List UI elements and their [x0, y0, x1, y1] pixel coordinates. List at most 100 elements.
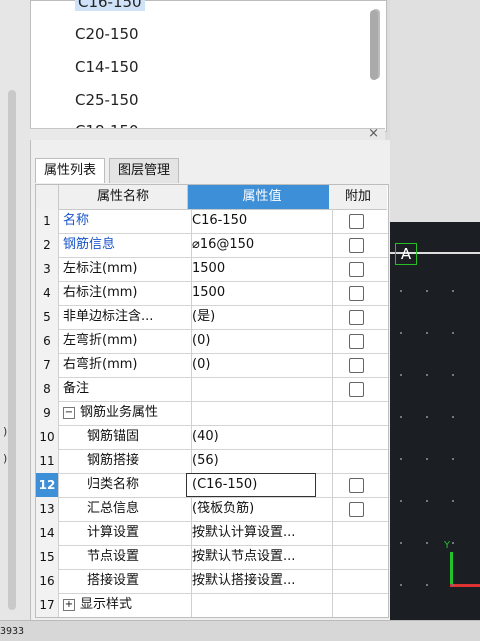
property-name: 备注: [59, 377, 192, 401]
canvas-grid-dot: [426, 542, 428, 544]
add-cell: [329, 305, 387, 329]
left-scrollbar[interactable]: [8, 90, 16, 610]
canvas-grid-dot: [452, 374, 454, 376]
add-checkbox[interactable]: [349, 286, 364, 301]
row-number: 11: [36, 449, 59, 473]
row-number: 17: [36, 593, 59, 617]
property-row[interactable]: 1 名称 C16-150: [36, 209, 388, 234]
list-item[interactable]: C16-150: [75, 0, 145, 11]
property-name: 非单边标注含...: [59, 305, 192, 329]
canvas-grid-dot: [400, 500, 402, 502]
row-number: 12: [36, 473, 59, 497]
add-checkbox[interactable]: [349, 382, 364, 397]
add-cell: [329, 257, 387, 281]
canvas-grid-dot: [452, 290, 454, 292]
x-axis-icon: [450, 584, 480, 587]
add-checkbox[interactable]: [349, 262, 364, 277]
status-bar: [0, 620, 480, 641]
property-row[interactable]: 13 汇总信息 (筏板负筋): [36, 497, 388, 522]
property-value[interactable]: ⌀16@150: [188, 233, 333, 257]
property-value[interactable]: (56): [188, 449, 333, 473]
row-number: 3: [36, 257, 59, 281]
add-cell: [329, 377, 387, 401]
add-checkbox[interactable]: [349, 358, 364, 373]
expand-icon[interactable]: +: [63, 598, 75, 611]
grid-header-value: 属性值: [188, 185, 333, 210]
property-value[interactable]: (40): [188, 425, 333, 449]
property-row[interactable]: 9− 钢筋业务属性: [36, 401, 388, 426]
property-value[interactable]: 按默认搭接设置...: [188, 569, 333, 593]
property-value[interactable]: 按默认计算设置...: [188, 521, 333, 545]
canvas-grid-dot: [400, 290, 402, 292]
add-cell: [329, 209, 387, 233]
property-row[interactable]: 10 钢筋锚固 (40): [36, 425, 388, 450]
property-row[interactable]: 15 节点设置 按默认节点设置...: [36, 545, 388, 570]
property-value[interactable]: (0): [188, 353, 333, 377]
canvas-grid-dot: [452, 458, 454, 460]
property-value[interactable]: (C16-150): [188, 473, 333, 497]
property-row[interactable]: 16 搭接设置 按默认搭接设置...: [36, 569, 388, 594]
add-cell: [329, 569, 387, 593]
property-value[interactable]: [188, 593, 333, 617]
canvas-top-area: [390, 0, 480, 222]
add-checkbox[interactable]: [349, 334, 364, 349]
property-value[interactable]: (是): [188, 305, 333, 329]
property-value[interactable]: [188, 401, 333, 425]
collapse-icon[interactable]: −: [63, 406, 75, 419]
row-number: 7: [36, 353, 59, 377]
property-value[interactable]: 按默认节点设置...: [188, 545, 333, 569]
property-row[interactable]: 4 右标注(mm) 1500: [36, 281, 388, 306]
canvas-grid-dot: [426, 374, 428, 376]
canvas-grid-dot: [400, 416, 402, 418]
property-row[interactable]: 7 右弯折(mm) (0): [36, 353, 388, 378]
property-value[interactable]: 1500: [188, 257, 333, 281]
add-checkbox[interactable]: [349, 310, 364, 325]
property-name: 搭接设置: [59, 569, 192, 593]
property-group-label: 钢筋业务属性: [80, 405, 159, 420]
property-value[interactable]: (0): [188, 329, 333, 353]
property-group-label: 显示样式: [80, 597, 133, 612]
property-name: 汇总信息: [59, 497, 192, 521]
property-row[interactable]: 11 钢筋搭接 (56): [36, 449, 388, 474]
property-row[interactable]: 2 钢筋信息 ⌀16@150: [36, 233, 388, 258]
property-row[interactable]: 6 左弯折(mm) (0): [36, 329, 388, 354]
axis-marker-a[interactable]: A: [395, 243, 417, 265]
property-row[interactable]: 5 非单边标注含... (是): [36, 305, 388, 330]
property-value[interactable]: (筏板负筋): [188, 497, 333, 521]
property-row[interactable]: 14 计算设置 按默认计算设置...: [36, 521, 388, 546]
property-row[interactable]: 12 归类名称 (C16-150): [36, 473, 388, 498]
property-row[interactable]: 8 备注: [36, 377, 388, 402]
property-row[interactable]: 17 + 显示样式: [36, 593, 388, 617]
add-cell: [329, 281, 387, 305]
add-checkbox[interactable]: [349, 478, 364, 493]
property-name: 钢筋锚固: [59, 425, 192, 449]
property-name: 计算设置: [59, 521, 192, 545]
canvas-grid-dot: [426, 584, 428, 586]
property-name: 归类名称: [59, 473, 192, 497]
list-item[interactable]: C20-150: [75, 25, 139, 43]
canvas-grid-dot: [452, 584, 454, 586]
row-number: 5: [36, 305, 59, 329]
rebar-list-panel: C16-150 C20-150 C14-150 C25-150 C18-150: [30, 0, 387, 132]
list-item[interactable]: C25-150: [75, 91, 139, 109]
list-item[interactable]: C14-150: [75, 58, 139, 76]
add-cell: [329, 473, 387, 497]
property-value[interactable]: 1500: [188, 281, 333, 305]
add-checkbox[interactable]: [349, 502, 364, 517]
add-cell: [329, 353, 387, 377]
property-value[interactable]: C16-150: [188, 209, 333, 233]
property-name: 左标注(mm): [59, 257, 192, 281]
property-name: 右弯折(mm): [59, 353, 192, 377]
close-icon[interactable]: ×: [368, 126, 379, 141]
grid-header-name: 属性名称: [59, 185, 188, 210]
property-value[interactable]: [188, 377, 333, 401]
tab-property-list[interactable]: 属性列表: [35, 158, 106, 183]
add-checkbox[interactable]: [349, 238, 364, 253]
canvas-grid-dot: [426, 458, 428, 460]
panel-scrollbar[interactable]: [370, 10, 378, 80]
add-checkbox[interactable]: [349, 214, 364, 229]
property-name: 右标注(mm): [59, 281, 192, 305]
property-row[interactable]: 3 左标注(mm) 1500: [36, 257, 388, 282]
tab-layer-management[interactable]: 图层管理: [109, 158, 180, 183]
property-name: 名称: [59, 209, 192, 233]
